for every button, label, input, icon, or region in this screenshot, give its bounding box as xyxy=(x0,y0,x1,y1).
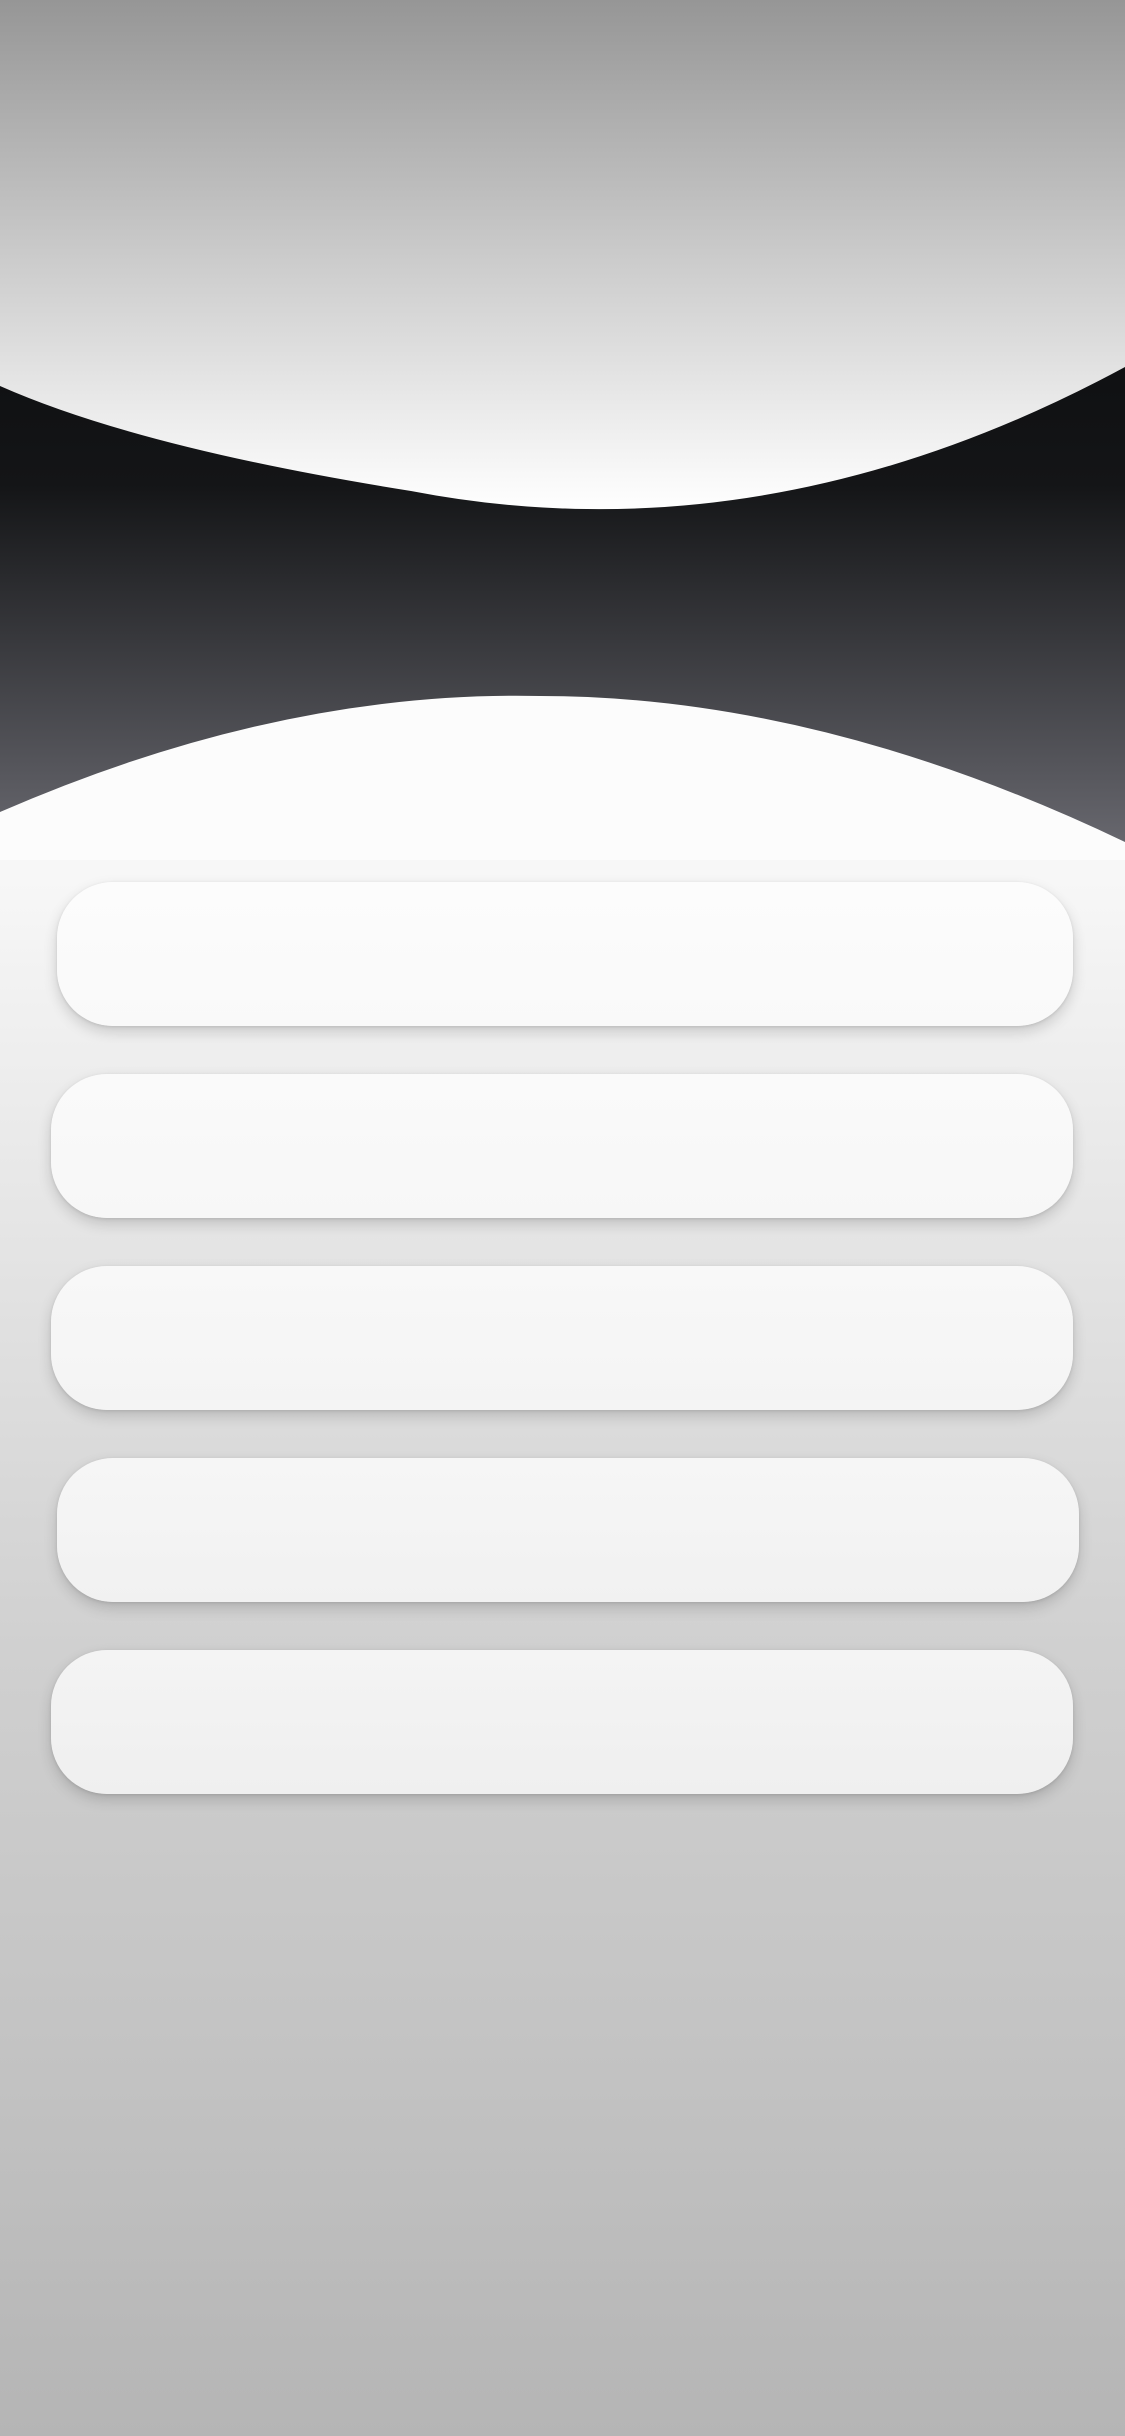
menu-button-list xyxy=(0,0,1125,2436)
menu-button-1[interactable] xyxy=(57,882,1073,1026)
menu-button-4[interactable] xyxy=(57,1458,1079,1602)
menu-button-3[interactable] xyxy=(51,1266,1073,1410)
app-screen xyxy=(0,0,1125,2436)
menu-button-2[interactable] xyxy=(51,1074,1073,1218)
menu-button-5[interactable] xyxy=(51,1650,1073,1794)
